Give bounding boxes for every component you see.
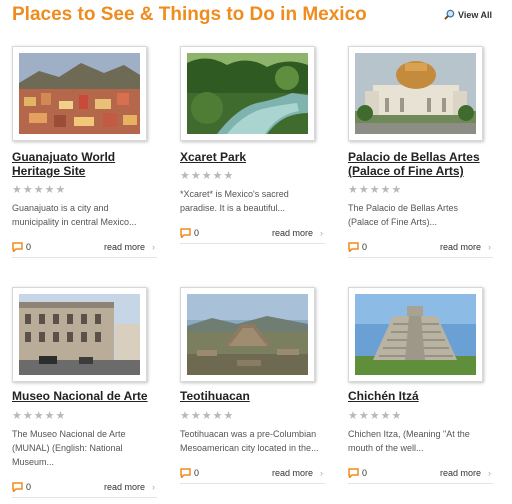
chevron-right-icon: › [152, 242, 155, 252]
teotihuacan-photo [187, 294, 308, 375]
star-icon[interactable]: ★ [381, 184, 391, 196]
card-footer: 0 read more › [348, 467, 493, 484]
card-footer: 0 read more › [12, 481, 157, 498]
read-more-link[interactable]: read more [272, 227, 313, 239]
star-icon[interactable]: ★ [34, 410, 44, 422]
place-title[interactable]: Xcaret Park [180, 150, 325, 164]
star-icon[interactable]: ★ [359, 410, 369, 422]
star-icon[interactable]: ★ [180, 170, 190, 182]
magnifier-icon [444, 9, 455, 20]
read-more-link[interactable]: read more [440, 467, 481, 479]
museo-photo [19, 294, 140, 375]
read-more-link[interactable]: read more [440, 241, 481, 253]
comment-icon[interactable] [180, 228, 191, 238]
page-title: Places to See & Things to Do in Mexico [12, 4, 367, 25]
star-icon[interactable]: ★ [45, 410, 55, 422]
place-description: *Xcaret* is Mexico's sacred paradise. It… [180, 189, 289, 213]
star-icon[interactable]: ★ [191, 410, 201, 422]
comment-icon[interactable] [12, 482, 23, 492]
place-description: Chichen Itza, (Meaning "At the mouth of … [348, 429, 470, 453]
star-icon[interactable]: ★ [56, 410, 66, 422]
star-icon[interactable]: ★ [213, 410, 223, 422]
star-rating[interactable]: ★★★★★ [348, 180, 402, 196]
comment-count: 0 [194, 468, 200, 478]
star-rating[interactable]: ★★★★★ [180, 406, 234, 422]
chevron-right-icon: › [152, 482, 155, 492]
read-more-link[interactable]: read more [272, 467, 313, 479]
comment-icon[interactable] [348, 242, 359, 252]
comment-icon[interactable] [180, 468, 191, 478]
view-all-label: View All [458, 10, 493, 20]
place-thumbnail[interactable] [348, 46, 483, 141]
star-icon[interactable]: ★ [348, 410, 358, 422]
star-icon[interactable]: ★ [224, 410, 234, 422]
place-thumbnail[interactable] [12, 46, 147, 141]
view-all-link[interactable]: View All [444, 9, 492, 20]
star-icon[interactable]: ★ [359, 184, 369, 196]
place-thumbnail[interactable] [12, 287, 147, 382]
place-description: The Museo Nacional de Arte (MUNAL) (Engl… [12, 429, 126, 467]
star-icon[interactable]: ★ [45, 184, 55, 196]
place-description: The Palacio de Bellas Artes (Palace of F… [348, 203, 459, 227]
comment-icon[interactable] [12, 242, 23, 252]
comment-icon[interactable] [348, 468, 359, 478]
star-rating[interactable]: ★★★★★ [12, 180, 66, 196]
comment-count: 0 [194, 228, 200, 238]
place-thumbnail[interactable] [180, 287, 315, 382]
read-more-link[interactable]: read more [104, 241, 145, 253]
comment-count: 0 [362, 242, 368, 252]
star-icon[interactable]: ★ [23, 184, 33, 196]
chichen-itza-photo [355, 294, 476, 375]
star-rating[interactable]: ★★★★★ [12, 406, 66, 422]
guanajuato-photo [19, 53, 140, 134]
star-icon[interactable]: ★ [381, 410, 391, 422]
chevron-right-icon: › [320, 228, 323, 238]
star-icon[interactable]: ★ [191, 170, 201, 182]
star-icon[interactable]: ★ [213, 170, 223, 182]
place-title[interactable]: Palacio de Bellas Artes (Palace of Fine … [348, 150, 493, 178]
card-footer: 0 read more › [348, 241, 493, 258]
star-icon[interactable]: ★ [12, 184, 22, 196]
chevron-right-icon: › [320, 468, 323, 478]
star-icon[interactable]: ★ [392, 184, 402, 196]
place-title[interactable]: Guanajuato World Heritage Site [12, 150, 157, 178]
place-title[interactable]: Museo Nacional de Arte [12, 389, 157, 403]
star-icon[interactable]: ★ [224, 170, 234, 182]
comment-count: 0 [26, 242, 32, 252]
star-icon[interactable]: ★ [370, 184, 380, 196]
star-rating[interactable]: ★★★★★ [180, 166, 234, 182]
comment-count: 0 [26, 482, 32, 492]
place-description: Guanajuato is a city and municipality in… [12, 203, 137, 227]
place-description: Teotihuacan was a pre-Columbian Mesoamer… [180, 429, 319, 453]
comment-count: 0 [362, 468, 368, 478]
xcaret-photo [187, 53, 308, 134]
star-rating[interactable]: ★★★★★ [348, 406, 402, 422]
star-icon[interactable]: ★ [23, 410, 33, 422]
star-icon[interactable]: ★ [56, 184, 66, 196]
star-icon[interactable]: ★ [202, 410, 212, 422]
star-icon[interactable]: ★ [180, 410, 190, 422]
palacio-photo [355, 53, 476, 134]
star-icon[interactable]: ★ [34, 184, 44, 196]
star-icon[interactable]: ★ [392, 410, 402, 422]
star-icon[interactable]: ★ [12, 410, 22, 422]
star-icon[interactable]: ★ [348, 184, 358, 196]
card-footer: 0 read more › [180, 227, 325, 244]
place-title[interactable]: Chichén Itzá [348, 389, 493, 403]
chevron-right-icon: › [488, 242, 491, 252]
card-footer: 0 read more › [180, 467, 325, 484]
read-more-link[interactable]: read more [104, 481, 145, 493]
star-icon[interactable]: ★ [370, 410, 380, 422]
chevron-right-icon: › [488, 468, 491, 478]
star-icon[interactable]: ★ [202, 170, 212, 182]
place-title[interactable]: Teotihuacan [180, 389, 325, 403]
card-footer: 0 read more › [12, 241, 157, 258]
section-header: Places to See & Things to Do in Mexico V… [0, 0, 512, 34]
place-thumbnail[interactable] [348, 287, 483, 382]
place-thumbnail[interactable] [180, 46, 315, 141]
